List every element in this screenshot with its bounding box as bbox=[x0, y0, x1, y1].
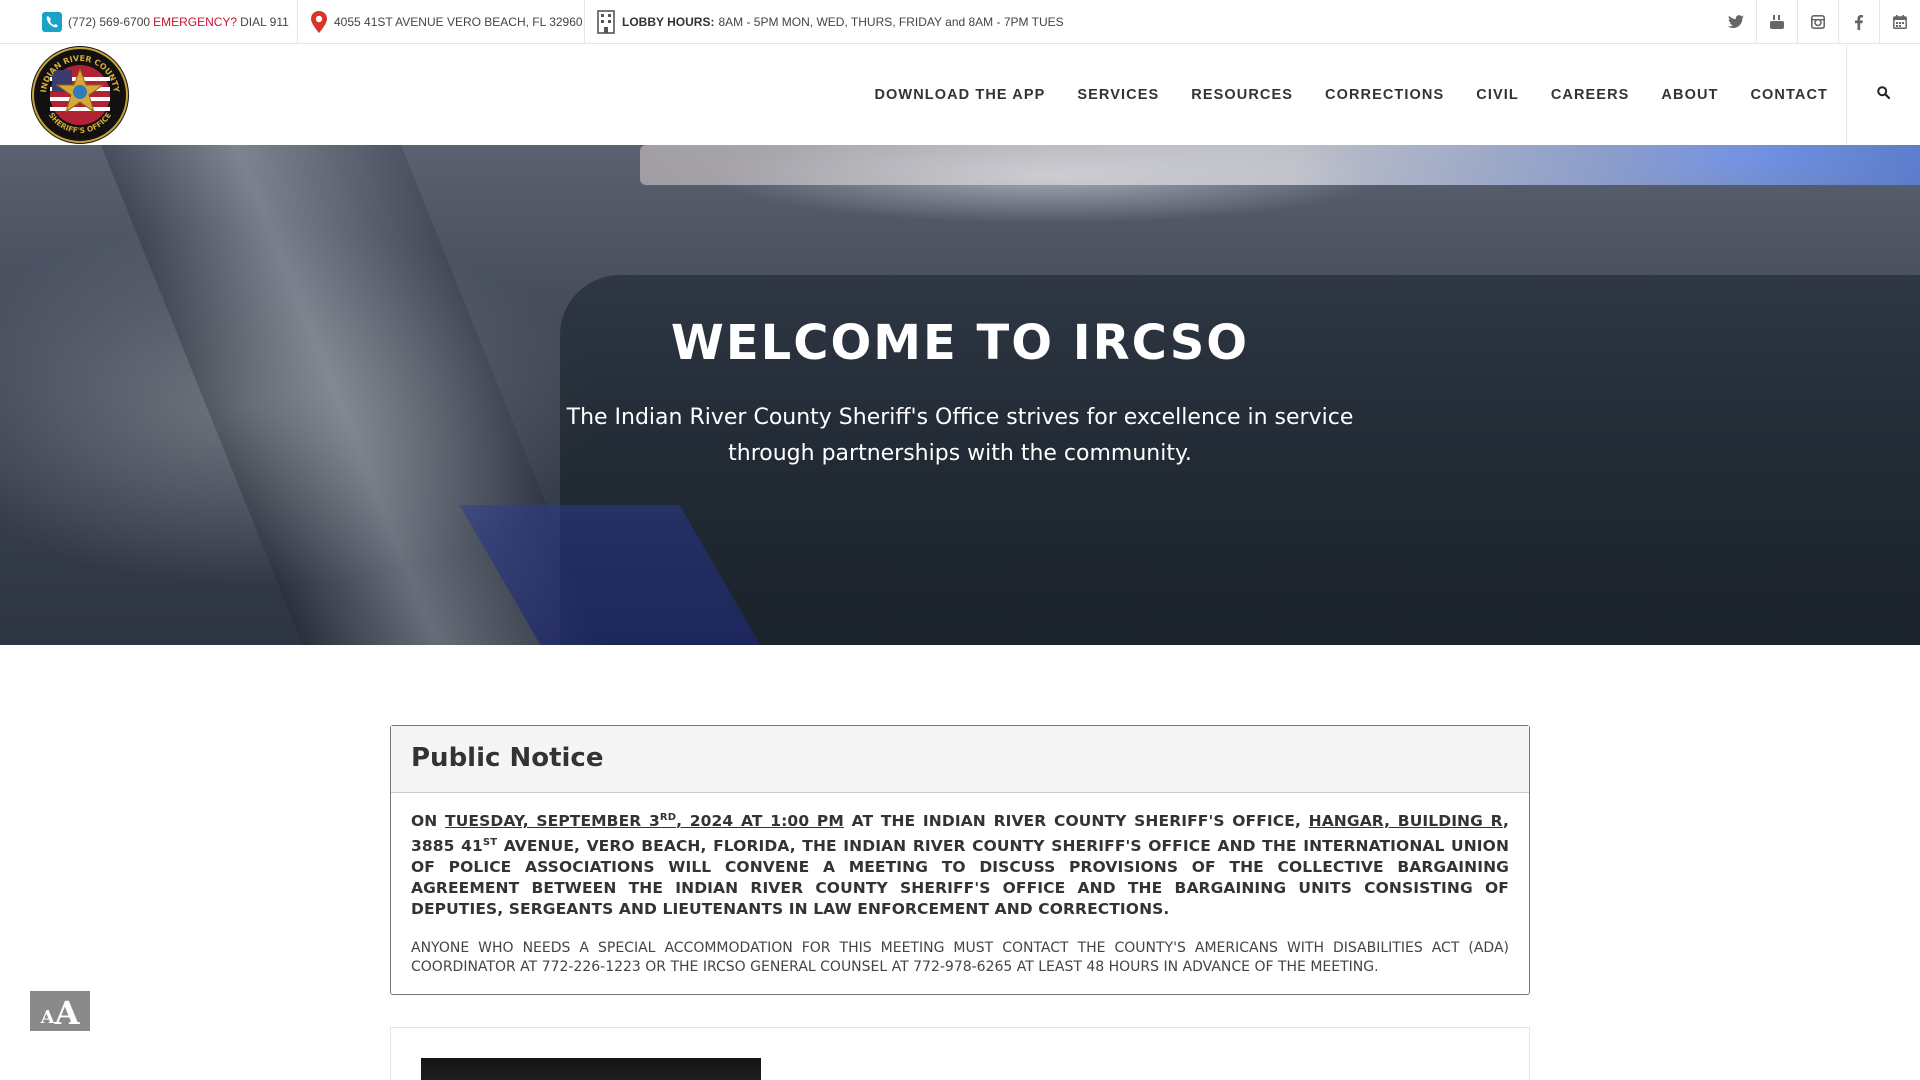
notice-date: TUESDAY, SEPTEMBER 3RD, 2024 AT 1:00 PM bbox=[445, 812, 844, 831]
instagram-icon[interactable] bbox=[1797, 0, 1838, 44]
nav-careers[interactable]: CAREERS bbox=[1551, 87, 1630, 103]
contact-address[interactable]: 4055 41ST AVENUE VERO BEACH, FL 32960 bbox=[310, 0, 583, 44]
search-icon bbox=[1877, 86, 1891, 104]
divider bbox=[297, 0, 298, 44]
notice-body: ON TUESDAY, SEPTEMBER 3RD, 2024 AT 1:00 … bbox=[391, 793, 1529, 977]
top-info-bar: (772) 569-6700 EMERGENCY? DIAL 911 4055 … bbox=[0, 0, 1920, 44]
twitter-icon[interactable] bbox=[1715, 0, 1756, 44]
nav-about[interactable]: ABOUT bbox=[1661, 87, 1718, 103]
emergency-label: EMERGENCY? bbox=[153, 15, 238, 29]
calendar-icon[interactable] bbox=[1879, 0, 1920, 44]
accessibility-text-size-button[interactable]: A A bbox=[30, 991, 90, 1031]
address-text: 4055 41ST AVENUE VERO BEACH, FL 32960 bbox=[334, 15, 583, 29]
nav-services[interactable]: SERVICES bbox=[1077, 87, 1159, 103]
social-links bbox=[1715, 0, 1920, 44]
phone-number[interactable]: (772) 569-6700 bbox=[68, 15, 150, 29]
site-header: INDIAN RIVER COUNTY SHERIFF'S OFFICE DOW… bbox=[0, 45, 1920, 145]
notice-header: Public Notice bbox=[391, 726, 1529, 793]
main-nav: DOWNLOAD THE APP SERVICES RESOURCES CORR… bbox=[842, 45, 1828, 145]
news-card-image[interactable] bbox=[421, 1058, 761, 1080]
lobby-hours: LOBBY HOURS: 8AM - 5PM MON, WED, THURS, … bbox=[596, 0, 1064, 44]
font-large-icon: A bbox=[54, 994, 80, 1032]
hero-title: WELCOME TO IRCSO bbox=[670, 315, 1250, 371]
search-button[interactable] bbox=[1846, 45, 1920, 145]
facebook-icon[interactable] bbox=[1838, 0, 1879, 44]
contact-phone[interactable]: (772) 569-6700 EMERGENCY? DIAL 911 bbox=[42, 0, 289, 44]
nav-contact[interactable]: CONTACT bbox=[1750, 87, 1828, 103]
notice-on: ON bbox=[411, 812, 438, 831]
font-small-icon: A bbox=[40, 1007, 55, 1028]
map-pin-icon bbox=[310, 11, 328, 33]
nav-download-app[interactable]: DOWNLOAD THE APP bbox=[874, 87, 1045, 103]
hours-label: LOBBY HOURS: bbox=[622, 15, 715, 29]
public-notice-panel: Public Notice ON TUESDAY, SEPTEMBER 3RD,… bbox=[390, 725, 1530, 995]
notice-paragraph-ada: ANYONE WHO NEEDS A SPECIAL ACCOMMODATION… bbox=[411, 940, 1509, 976]
hero-subtitle: The Indian River County Sheriff's Office… bbox=[566, 405, 1354, 466]
notice-paragraph-meeting: ON TUESDAY, SEPTEMBER 3RD, 2024 AT 1:00 … bbox=[411, 807, 1509, 920]
notice-details: AVENUE, VERO BEACH, FLORIDA, THE INDIAN … bbox=[411, 837, 1510, 919]
hero-background-lightbar bbox=[640, 145, 1920, 185]
site-logo[interactable]: INDIAN RIVER COUNTY SHERIFF'S OFFICE bbox=[29, 45, 131, 145]
notice-location: AT THE INDIAN RIVER COUNTY SHERIFF'S OFF… bbox=[851, 812, 1301, 831]
nav-resources[interactable]: RESOURCES bbox=[1191, 87, 1293, 103]
notice-address-sup: st bbox=[482, 837, 498, 849]
hours-text: 8AM - 5PM MON, WED, THURS, FRIDAY and 8A… bbox=[718, 15, 1064, 29]
nav-civil[interactable]: CIVIL bbox=[1476, 87, 1519, 103]
notice-title: Public Notice bbox=[411, 743, 604, 773]
dial-911: DIAL 911 bbox=[240, 15, 289, 29]
notice-hangar: HANGAR, BUILDING R bbox=[1308, 812, 1503, 831]
phone-icon bbox=[42, 12, 62, 32]
news-card bbox=[390, 1027, 1530, 1080]
hero-banner: WELCOME TO IRCSO The Indian River County… bbox=[0, 145, 1920, 645]
divider bbox=[584, 0, 585, 44]
nav-corrections[interactable]: CORRECTIONS bbox=[1325, 87, 1444, 103]
youtube-icon[interactable] bbox=[1756, 0, 1797, 44]
building-icon bbox=[596, 10, 616, 34]
